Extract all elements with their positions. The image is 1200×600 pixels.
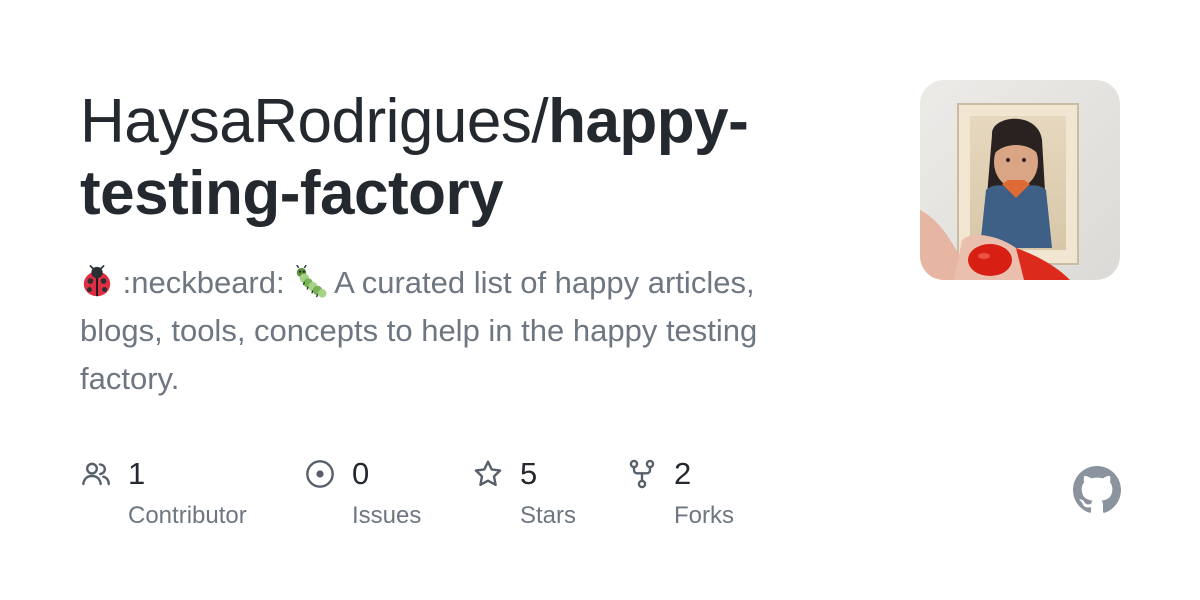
repository-description: :neckbeard: A curated list of happy arti… (80, 259, 840, 403)
caterpillar-emoji-icon (296, 265, 327, 298)
ladybug-emoji-icon (83, 265, 111, 297)
description-text-1: :neckbeard: (114, 265, 294, 300)
repository-social-card: HaysaRodrigues/happy-testing-factory :ne… (0, 0, 1200, 600)
repo-forked-icon (629, 459, 655, 489)
issues-count: 0 (352, 456, 370, 491)
contributors-count: 1 (128, 456, 146, 491)
star-icon (474, 460, 502, 486)
people-icon (82, 462, 110, 486)
owner-avatar[interactable] (920, 80, 1120, 280)
owner-avatar-image (920, 80, 1120, 280)
issues-label: Issues (352, 502, 422, 529)
repository-owner[interactable]: HaysaRodrigues/ (80, 87, 549, 156)
stars-count: 5 (520, 456, 538, 491)
contributors-label: Contributor (128, 502, 247, 529)
repository-stats: 1 Contributor 0 Issues 5 Stars 2 Forks (80, 452, 780, 542)
issue-opened-icon (306, 460, 334, 488)
forks-label: Forks (674, 502, 734, 529)
forks-count: 2 (674, 456, 692, 491)
github-mark-icon[interactable] (1073, 466, 1121, 514)
repository-title[interactable]: HaysaRodrigues/happy-testing-factory (80, 86, 840, 230)
stars-label: Stars (520, 502, 577, 529)
